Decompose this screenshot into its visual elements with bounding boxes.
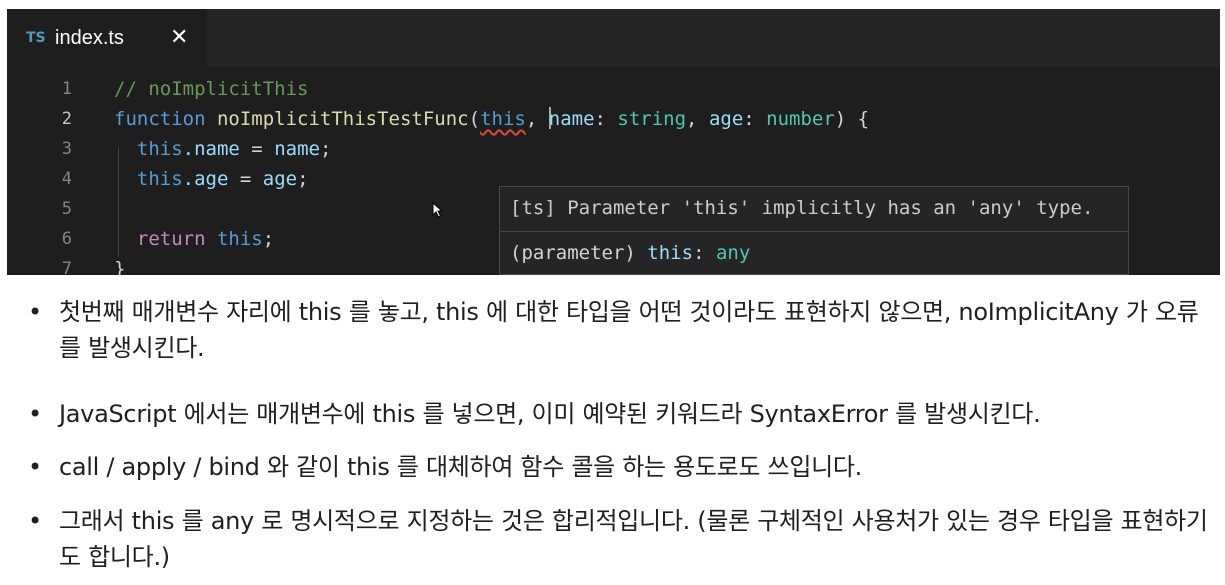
bullet: •	[28, 400, 42, 428]
closing-brace: }	[114, 258, 126, 275]
colon: :	[594, 108, 618, 130]
semicolon: ;	[262, 228, 275, 250]
close-icon[interactable]: ✕	[170, 25, 188, 49]
code-text[interactable]: this.age = age;	[114, 164, 309, 194]
code-text[interactable]: function noImplicitThisTestFunc(this, na…	[114, 104, 869, 134]
signature-type: any	[715, 242, 751, 264]
signature-colon: :	[693, 242, 716, 264]
code-text[interactable]: // noImplicitThis	[114, 74, 308, 104]
hover-tooltip: [ts] Parameter 'this' implicitly has an …	[499, 186, 1129, 275]
semicolon: ;	[297, 168, 309, 190]
line-number: 4	[61, 169, 72, 189]
line-number: 7	[61, 259, 72, 275]
list-item: • JavaScript 에서는 매개변수에 this 를 넣으면, 이미 예약…	[28, 396, 1041, 432]
code-line-3[interactable]: 3 this.name = name;	[7, 134, 1220, 164]
code-editor[interactable]: TS index.ts ✕ 1 // noImplicitThis 2 func…	[7, 9, 1220, 275]
signature-name: this	[647, 242, 694, 264]
comment: // noImplicitThis	[114, 78, 309, 100]
this-parameter-error[interactable]: this	[480, 108, 526, 130]
property: .age	[182, 168, 229, 190]
comma: ,	[686, 108, 709, 130]
property: .name	[182, 138, 240, 160]
function-name: noImplicitThisTestFunc	[216, 108, 469, 130]
keyword-this: this	[136, 168, 183, 190]
operator: =	[228, 168, 263, 190]
bullet: •	[28, 507, 42, 535]
keyword-this: this	[136, 138, 183, 160]
signature-kind: (parameter)	[510, 242, 636, 264]
hover-error-message: [ts] Parameter 'this' implicitly has an …	[510, 197, 1094, 219]
keyword-return: return	[136, 228, 206, 250]
typescript-file-icon: TS	[26, 30, 46, 46]
note-text: 첫번째 매개변수 자리에 this 를 놓고, this 에 대한 타입을 어떤…	[59, 298, 1199, 362]
note-text: 그래서 this 를 any 로 명시적으로 지정하는 것은 합리적입니다. (…	[59, 507, 1208, 571]
paren: (	[468, 108, 481, 130]
bullet: •	[28, 453, 42, 481]
mouse-pointer-icon	[432, 202, 444, 218]
line-number: 6	[61, 229, 72, 249]
list-item: • 첫번째 매개변수 자리에 this 를 놓고, this 에 대한 타입을 …	[28, 294, 1208, 366]
line-number: 5	[61, 199, 72, 219]
keyword-this: this	[216, 228, 263, 250]
tab-index-ts[interactable]: TS index.ts ✕	[7, 9, 207, 67]
note-text: call / apply / bind 와 같이 this 를 대체하여 함수 …	[59, 453, 862, 481]
value: name	[274, 138, 320, 160]
code-line-1[interactable]: 1 // noImplicitThis	[7, 74, 1220, 104]
hover-divider	[500, 231, 1128, 232]
param-age: age	[708, 108, 744, 130]
code-text[interactable]: }	[114, 254, 125, 275]
comma: ,	[525, 108, 549, 130]
note-text: JavaScript 에서는 매개변수에 this 를 넣으면, 이미 예약된 …	[59, 400, 1041, 428]
tab-filename: index.ts	[55, 26, 124, 49]
operator: =	[239, 138, 275, 160]
line-number: 3	[61, 139, 72, 159]
editor-tab-bar: TS index.ts ✕	[7, 9, 1220, 67]
paren-brace: ) {	[834, 108, 870, 130]
code-area[interactable]: 1 // noImplicitThis 2 function noImplici…	[7, 67, 1220, 275]
bullet: •	[28, 298, 42, 326]
line-number: 1	[61, 79, 72, 99]
code-text[interactable]: this.name = name;	[114, 134, 332, 164]
list-item: • 그래서 this 를 any 로 명시적으로 지정하는 것은 합리적입니다.…	[28, 503, 1208, 575]
colon: :	[743, 108, 767, 130]
code-line-2[interactable]: 2 function noImplicitThisTestFunc(this, …	[7, 104, 1220, 134]
param-name: name	[548, 108, 595, 130]
line-number: 2	[61, 109, 72, 129]
hover-signature: (parameter) this: any	[510, 240, 750, 266]
code-text[interactable]: return this;	[114, 224, 274, 254]
semicolon: ;	[319, 138, 332, 160]
keyword-function: function	[114, 108, 206, 130]
type-number: number	[766, 108, 835, 130]
list-item: • call / apply / bind 와 같이 this 를 대체하여 함…	[28, 449, 862, 485]
value: age	[262, 168, 298, 190]
type-string: string	[617, 108, 687, 130]
